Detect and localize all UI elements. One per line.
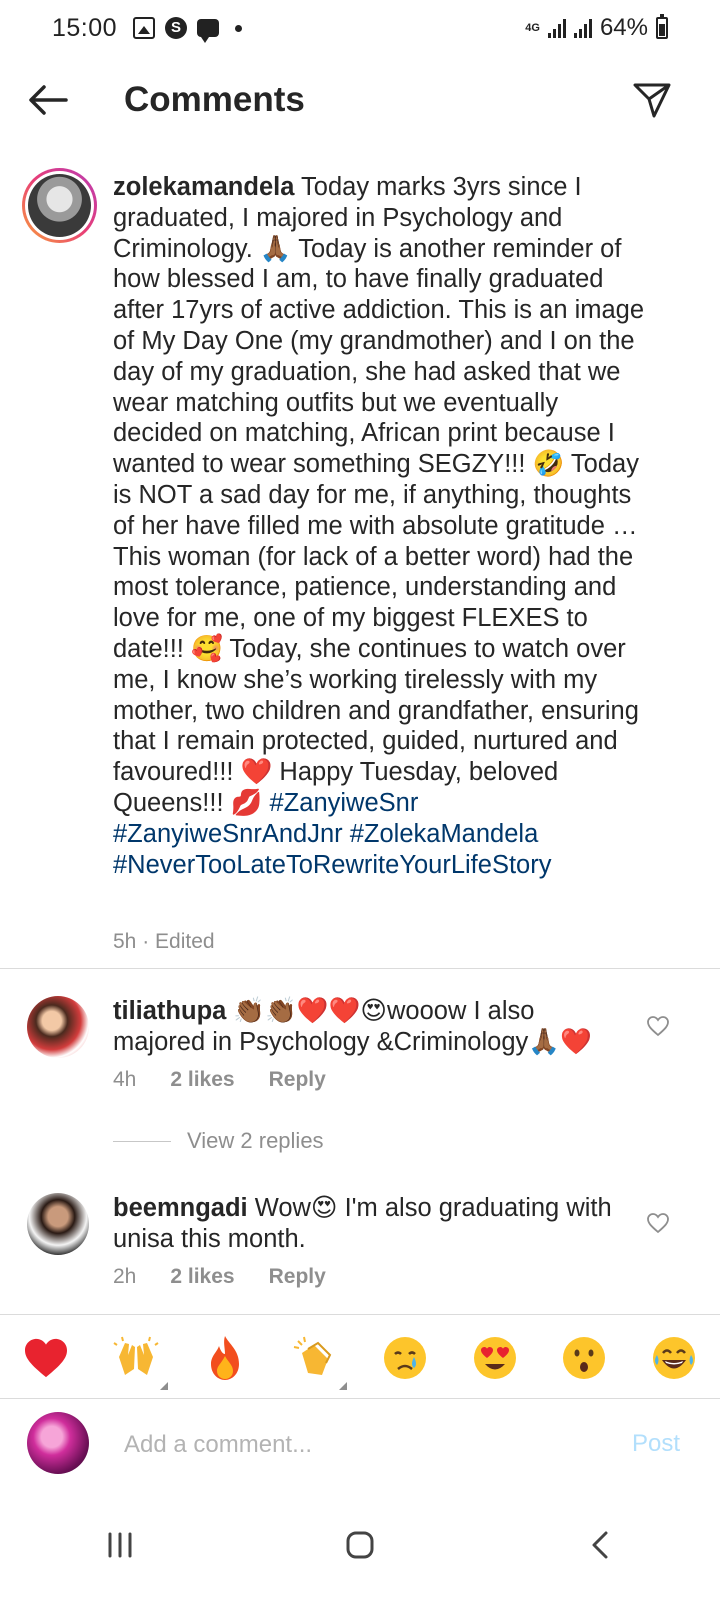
fire-icon xyxy=(211,1336,240,1380)
comment-username[interactable]: beemngadi xyxy=(113,1194,248,1222)
reply-button[interactable]: Reply xyxy=(269,1265,326,1289)
comment-time: 2h xyxy=(113,1265,137,1288)
hashtag[interactable]: #ZanyiweSnrAndJnr xyxy=(113,820,343,848)
dot-icon xyxy=(235,24,243,32)
divider xyxy=(0,968,720,969)
emoji-surprised-button[interactable] xyxy=(560,1334,608,1382)
emoji-laughing-button[interactable] xyxy=(650,1334,698,1382)
arrow-left-icon xyxy=(29,85,68,115)
comment-time: 4h xyxy=(113,1068,137,1091)
caption-body: Today marks 3yrs since I graduated, I ma… xyxy=(113,173,645,817)
comment-meta: 4h 2 likes Reply xyxy=(113,1068,326,1092)
emoji-clap-button[interactable] xyxy=(291,1334,348,1390)
skin-tone-indicator xyxy=(159,1382,168,1390)
caption-meta: 5h · Edited xyxy=(113,930,215,953)
comment-input[interactable] xyxy=(124,1428,584,1462)
system-nav-bar xyxy=(0,1490,720,1600)
divider xyxy=(0,1314,720,1315)
hashtag[interactable]: #ZolekaMandela xyxy=(350,820,539,848)
header: Comments xyxy=(0,60,720,140)
crying-face-icon xyxy=(383,1337,426,1379)
commenter-avatar[interactable] xyxy=(27,996,89,1058)
comment-text: tiliathupa 👏🏾👏🏾❤️❤️😍wooow I also majored… xyxy=(113,996,633,1058)
emoji-fire-button[interactable] xyxy=(201,1334,249,1382)
view-replies-label: View 2 replies xyxy=(187,1128,324,1153)
comment-username[interactable]: tiliathupa xyxy=(113,997,226,1025)
back-button[interactable] xyxy=(26,78,70,122)
post-button[interactable]: Post xyxy=(632,1430,680,1458)
tears-of-joy-icon xyxy=(652,1337,695,1379)
status-right: 4G 64% xyxy=(525,14,668,42)
battery-percent: 64% xyxy=(599,14,648,41)
emoji-heart-button[interactable] xyxy=(22,1334,70,1382)
hashtag[interactable]: #ZanyiweSnr xyxy=(270,789,419,817)
view-replies-button[interactable]: View 2 replies xyxy=(113,1128,324,1154)
network-type: 4G xyxy=(525,21,540,34)
comment-likes[interactable]: 2 likes xyxy=(170,1068,234,1092)
raised-hands-icon xyxy=(113,1336,159,1375)
emoji-quick-bar xyxy=(0,1318,720,1398)
emoji-raised-hands-button[interactable] xyxy=(112,1334,168,1390)
view-replies-line xyxy=(113,1140,171,1142)
battery-fill xyxy=(659,24,665,36)
caption-username[interactable]: zolekamandela xyxy=(113,173,294,201)
status-time: 15:00 xyxy=(52,13,118,42)
battery-icon xyxy=(656,14,668,39)
author-avatar[interactable] xyxy=(22,168,97,243)
caption-text: zolekamandela Today marks 3yrs since I g… xyxy=(113,172,653,880)
system-back-button[interactable] xyxy=(560,1515,640,1575)
send-icon xyxy=(633,83,671,118)
heart-eyes-icon xyxy=(473,1337,516,1379)
signal-icon-2 xyxy=(573,18,592,38)
commenter-avatar[interactable] xyxy=(27,1193,89,1255)
comment-meta: 2h 2 likes Reply xyxy=(113,1265,326,1289)
heart-icon[interactable] xyxy=(646,1211,670,1235)
heart-icon[interactable] xyxy=(646,1014,670,1038)
back-icon xyxy=(592,1531,608,1559)
home-button[interactable] xyxy=(320,1515,400,1575)
my-avatar xyxy=(27,1412,89,1474)
comment-input-row: Post xyxy=(0,1400,720,1490)
signal-icon xyxy=(547,18,566,38)
clapping-hands-icon xyxy=(293,1336,332,1375)
red-heart-icon xyxy=(25,1338,67,1378)
status-left: 15:00 S xyxy=(52,13,243,43)
status-bar: 15:00 S 4G 64% xyxy=(0,0,720,56)
page-title: Comments xyxy=(124,80,305,119)
recent-apps-icon xyxy=(108,1532,132,1558)
home-icon xyxy=(346,1531,374,1559)
comment-text: beemngadi Wow😍 I'm also graduating with … xyxy=(113,1193,633,1255)
s-app-icon: S xyxy=(165,17,188,39)
hashtag[interactable]: #NeverTooLateToRewriteYourLifeStory xyxy=(113,851,551,879)
reply-button[interactable]: Reply xyxy=(269,1068,326,1092)
emoji-crying-button[interactable] xyxy=(381,1334,429,1382)
emoji-heart-eyes-button[interactable] xyxy=(471,1334,519,1382)
comment-likes[interactable]: 2 likes xyxy=(170,1265,234,1289)
skin-tone-indicator xyxy=(339,1382,348,1390)
divider xyxy=(0,1398,720,1399)
message-icon xyxy=(197,19,220,43)
surprised-face-icon xyxy=(563,1337,606,1379)
gallery-icon xyxy=(133,17,156,39)
recent-apps-button[interactable] xyxy=(80,1515,160,1575)
share-button[interactable] xyxy=(630,78,674,122)
